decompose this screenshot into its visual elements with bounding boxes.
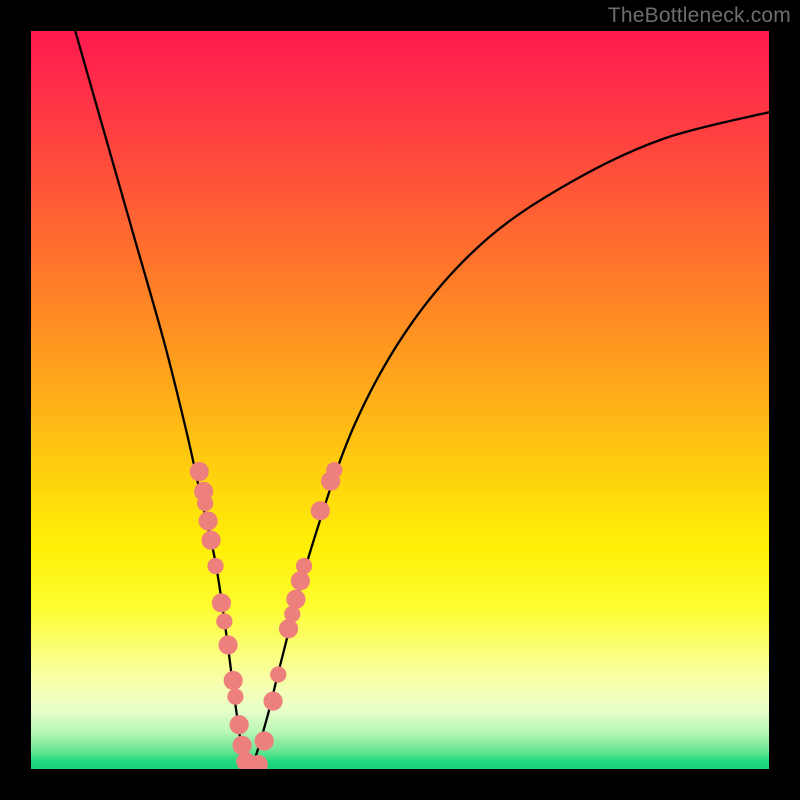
chart-frame: TheBottleneck.com: [0, 0, 800, 800]
plot-area: [31, 31, 769, 769]
chart-svg: [31, 31, 769, 769]
data-marker: [326, 462, 342, 478]
data-marker: [199, 511, 218, 530]
data-marker: [227, 689, 243, 705]
data-marker: [286, 590, 305, 609]
data-marker: [230, 715, 249, 734]
data-marker: [270, 666, 286, 682]
data-marker: [291, 571, 310, 590]
curve-group: [75, 31, 769, 769]
data-marker: [232, 736, 251, 755]
data-marker: [201, 531, 220, 550]
data-marker: [216, 613, 232, 629]
data-marker: [296, 558, 312, 574]
bottleneck-curve: [75, 31, 769, 769]
data-marker: [207, 558, 223, 574]
data-marker: [279, 619, 298, 638]
data-marker: [224, 671, 243, 690]
data-marker: [255, 731, 274, 750]
data-marker: [212, 593, 231, 612]
data-marker: [263, 692, 282, 711]
data-marker: [218, 635, 237, 654]
watermark-text: TheBottleneck.com: [608, 4, 791, 28]
data-marker: [197, 495, 213, 511]
data-marker: [311, 501, 330, 520]
data-marker: [190, 462, 209, 481]
